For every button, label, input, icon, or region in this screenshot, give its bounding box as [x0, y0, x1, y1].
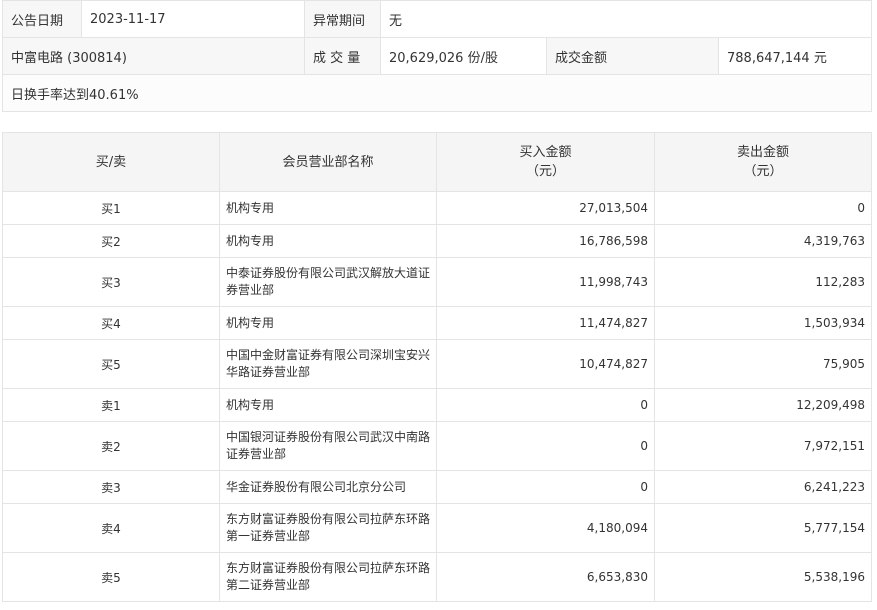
row-branch-name: 中国银河证券股份有限公司武汉中南路证券营业部: [219, 421, 437, 471]
stock-name: 中富电路 (300814): [2, 37, 305, 75]
header-buy-unit: （元）: [525, 164, 565, 179]
table-row: 买2 机构专用 16,786,598 4,319,763: [2, 224, 872, 258]
header-side: 买/卖: [2, 132, 220, 192]
row-sell-amount: 5,538,196: [654, 552, 872, 602]
table-row: 买4 机构专用 11,474,827 1,503,934: [2, 306, 872, 340]
row-sell-amount: 0: [654, 191, 872, 225]
row-buy-amount: 27,013,504: [436, 191, 655, 225]
table-row: 买5 中国中金财富证券有限公司深圳宝安兴华路证券营业部 10,474,827 7…: [2, 339, 872, 389]
table-row: 卖5 东方财富证券股份有限公司拉萨东环路第二证券营业部 6,653,830 5,…: [2, 552, 872, 602]
row-sell-amount: 5,777,154: [654, 503, 872, 553]
row-side: 卖3: [2, 470, 220, 504]
table-row: 卖3 华金证券股份有限公司北京分公司 0 6,241,223: [2, 470, 872, 504]
table-row: 买3 中泰证券股份有限公司武汉解放大道证券营业部 11,998,743 112,…: [2, 257, 872, 307]
announcement-info-table: 公告日期 2023-11-17 异常期间 无 中富电路 (300814) 成 交…: [1, 0, 873, 112]
volume-value: 20,629,026 份/股: [380, 37, 547, 75]
row-side: 卖2: [2, 421, 220, 471]
row-buy-amount: 10,474,827: [436, 339, 655, 389]
row-sell-amount: 7,972,151: [654, 421, 872, 471]
row-branch-name: 机构专用: [219, 191, 437, 225]
table-row: 卖2 中国银河证券股份有限公司武汉中南路证券营业部 0 7,972,151: [2, 421, 872, 471]
header-sell-unit: （元）: [743, 164, 783, 179]
row-sell-amount: 12,209,498: [654, 388, 872, 422]
turnover-note: 日换手率达到40.61%: [1, 74, 873, 112]
row-buy-amount: 16,786,598: [436, 224, 655, 258]
row-branch-name: 中泰证券股份有限公司武汉解放大道证券营业部: [219, 257, 437, 307]
table-row: 卖4 东方财富证券股份有限公司拉萨东环路第一证券营业部 4,180,094 5,…: [2, 503, 872, 553]
row-sell-amount: 112,283: [654, 257, 872, 307]
date-label: 公告日期: [2, 0, 82, 38]
row-buy-amount: 0: [436, 470, 655, 504]
row-buy-amount: 4,180,094: [436, 503, 655, 553]
header-buy-label: 买入金额: [519, 145, 572, 160]
row-sell-amount: 4,319,763: [654, 224, 872, 258]
row-buy-amount: 0: [436, 388, 655, 422]
row-side: 买5: [2, 339, 220, 389]
row-sell-amount: 6,241,223: [654, 470, 872, 504]
row-sell-amount: 1,503,934: [654, 306, 872, 340]
trading-detail-table: 买/卖 会员营业部名称 买入金额 （元） 卖出金额 （元） 买1 机构专用 27,0…: [2, 132, 872, 602]
row-buy-amount: 0: [436, 421, 655, 471]
row-side: 买4: [2, 306, 220, 340]
row-branch-name: 东方财富证券股份有限公司拉萨东环路第一证券营业部: [219, 503, 437, 553]
row-branch-name: 华金证券股份有限公司北京分公司: [219, 470, 437, 504]
row-side: 卖1: [2, 388, 220, 422]
row-buy-amount: 11,474,827: [436, 306, 655, 340]
header-sell: 卖出金额 （元）: [654, 132, 872, 192]
row-side: 买2: [2, 224, 220, 258]
row-buy-amount: 6,653,830: [436, 552, 655, 602]
row-side: 买3: [2, 257, 220, 307]
table-row: 卖1 机构专用 0 12,209,498: [2, 388, 872, 422]
header-sell-label: 卖出金额: [736, 145, 789, 160]
row-buy-amount: 11,998,743: [436, 257, 655, 307]
header-buy: 买入金额 （元）: [436, 132, 655, 192]
row-branch-name: 机构专用: [219, 388, 437, 422]
row-sell-amount: 75,905: [654, 339, 872, 389]
amount-value: 788,647,144 元: [717, 37, 873, 75]
header-name: 会员营业部名称: [219, 132, 437, 192]
date-value: 2023-11-17: [81, 0, 305, 38]
table-row: 买1 机构专用 27,013,504 0: [2, 191, 872, 225]
period-label: 异常期间: [304, 0, 381, 38]
row-branch-name: 机构专用: [219, 224, 437, 258]
amount-label: 成交金额: [546, 37, 719, 75]
row-side: 买1: [2, 191, 220, 225]
period-value: 无: [379, 0, 873, 38]
row-branch-name: 机构专用: [219, 306, 437, 340]
row-branch-name: 中国中金财富证券有限公司深圳宝安兴华路证券营业部: [219, 339, 437, 389]
row-branch-name: 东方财富证券股份有限公司拉萨东环路第二证券营业部: [219, 552, 437, 602]
volume-label: 成 交 量: [304, 37, 381, 75]
row-side: 卖5: [2, 552, 220, 602]
row-side: 卖4: [2, 503, 220, 553]
